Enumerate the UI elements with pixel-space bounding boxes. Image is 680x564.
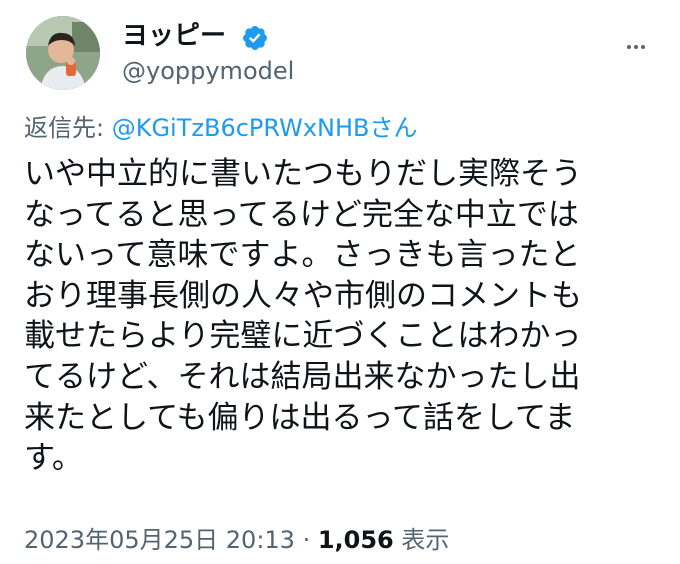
tweet-text-line: てるけど、それは結局出来なかったし出 [24,358,581,395]
reply-mention-link[interactable]: @KGiTzB6cPRWxNHBさん [112,114,418,142]
more-options-icon[interactable] [626,40,646,54]
tweet-text-line: 来たとしても偏りは出るって話をしてま [24,399,576,436]
tweet-text-line: いや中立的に書いたつもりだし実際そう [24,156,582,192]
handle[interactable]: @yoppymodel [122,56,294,86]
verified-badge-icon [243,26,267,50]
tweet-text-line: す。 [24,440,83,477]
tweet-text-line: ないって意味ですよ。さっきも言ったと [24,237,581,274]
meta-separator: · [294,526,318,554]
tweet-meta: 2023年05月25日 20:13 · 1,056 表示 [24,524,449,556]
view-label: 表示 [393,526,450,554]
display-name[interactable]: ヨッピー [122,20,226,52]
tweet-text: いや中立的に書いたつもりだし実際そう なってると思ってるけど完全な中立では ない… [24,154,669,479]
tweet-text-line: おり理事長側の人々や市側のコメントも [24,277,582,314]
reply-to-label: 返信先: [24,114,112,142]
avatar-image [26,16,100,90]
avatar[interactable] [26,16,100,90]
reply-to: 返信先: @KGiTzB6cPRWxNHBさん [24,112,417,144]
view-count: 1,056 [317,526,394,554]
tweet: ヨッピー @yoppymodel 返信先: @KGiTzB6cPRWxNHBさん… [0,0,680,564]
tweet-text-line: 載せたらより完璧に近づくことはわかっ [24,318,582,355]
tweet-text-line: なってると思ってるけど完全な中立では [24,196,579,233]
timestamp-link[interactable]: 2023年05月25日 20:13 [24,526,295,554]
